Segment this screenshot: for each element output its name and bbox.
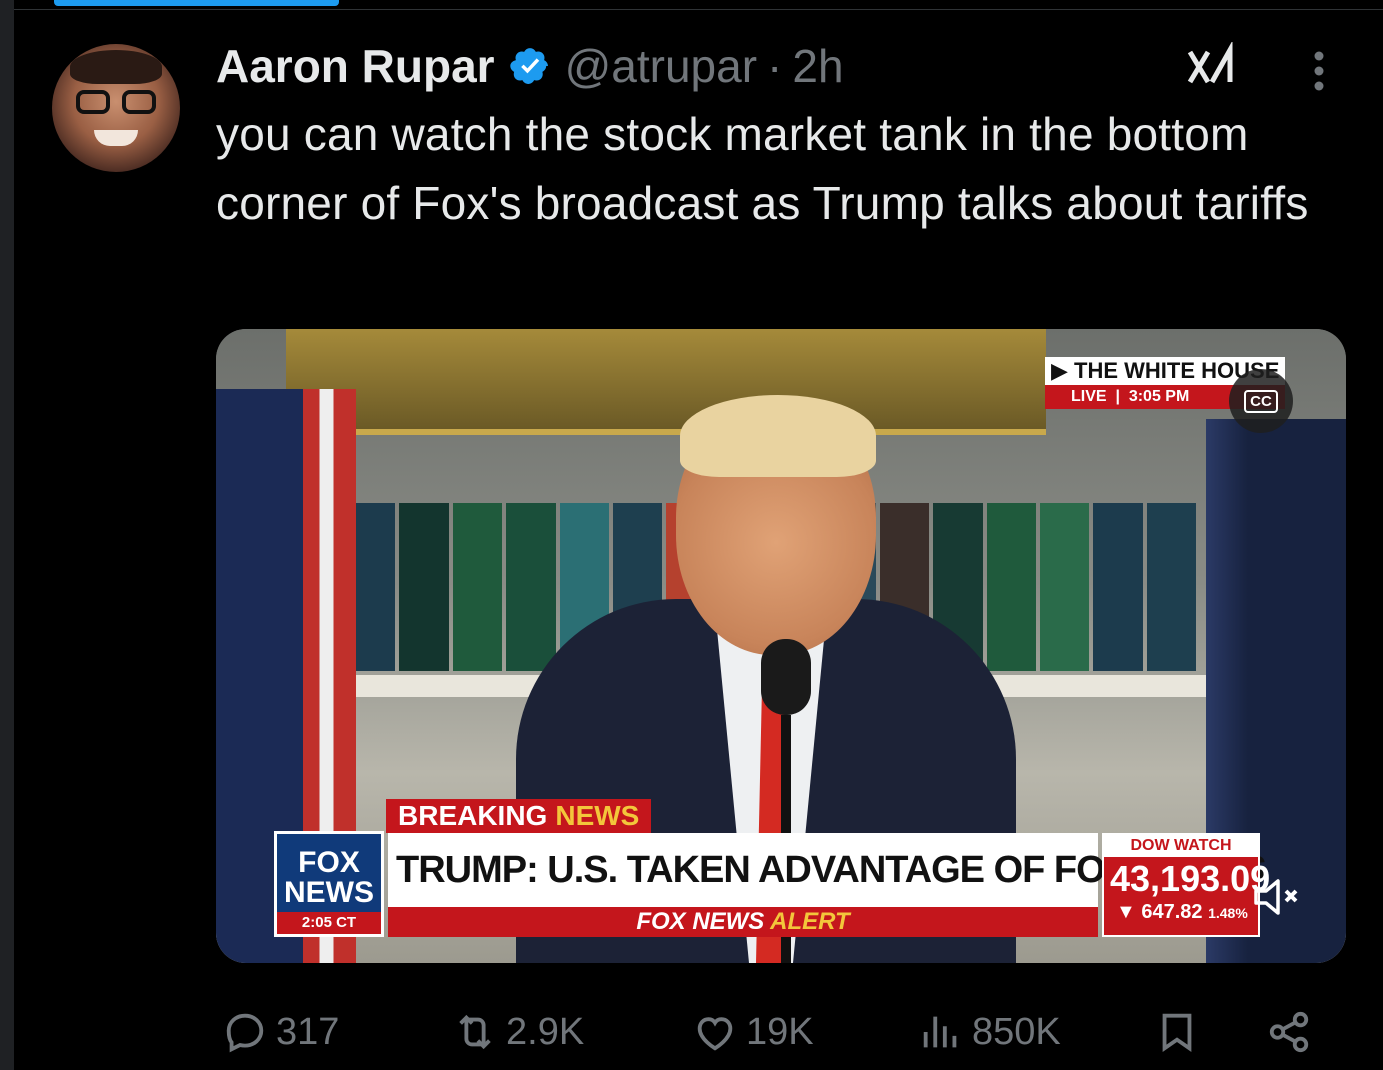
video-player[interactable]: ▶ THE WHITE HOUSE LIVE | 3:05 PM CC BREA… [216, 329, 1346, 963]
share-button[interactable] [1266, 1006, 1320, 1058]
grok-icon[interactable] [1186, 42, 1238, 92]
author-handle[interactable]: @atrupar [565, 39, 757, 93]
down-arrow-icon: ▼ [1116, 901, 1136, 923]
speaker-hair [680, 395, 876, 477]
verified-badge-icon [509, 48, 548, 84]
more-options-icon[interactable] [1303, 48, 1335, 94]
reply-icon [226, 1013, 264, 1053]
like-count: 19K [746, 1010, 814, 1053]
repost-count: 2.9K [506, 1010, 585, 1053]
fox-news-logo: FOX NEWS 2:05 CT [274, 831, 384, 937]
like-button[interactable]: 19K [692, 1006, 814, 1058]
dow-value: 43,193.09 [1110, 858, 1271, 899]
broadcast-clock: 2:05 CT [277, 912, 381, 934]
reply-count: 317 [276, 1010, 340, 1053]
dow-change: 647.82 [1141, 901, 1203, 923]
tweet-header: Aaron Rupar @atrupar · 2h [216, 36, 844, 96]
heart-icon [697, 1017, 733, 1051]
painting-frame [286, 329, 1046, 435]
views-button[interactable]: 850K [918, 1006, 1061, 1058]
author-name[interactable]: Aaron Rupar [216, 39, 495, 93]
top-divider [14, 9, 1383, 10]
repost-icon [459, 1014, 491, 1050]
repost-button[interactable]: 2.9K [452, 1006, 584, 1058]
separator-dot: · [767, 40, 783, 92]
bookmark-button[interactable] [1154, 1006, 1208, 1058]
reply-button[interactable]: 317 [222, 1006, 339, 1058]
closed-captions-button[interactable]: CC [1229, 369, 1293, 433]
avatar[interactable] [52, 44, 180, 172]
cc-icon: CC [1244, 389, 1278, 413]
dow-percent: 1.48% [1208, 905, 1248, 921]
analytics-icon [923, 1016, 957, 1048]
dow-watch-ticker: DOW WATCH 43,193.09 ▼ 647.82 1.48% [1102, 833, 1271, 937]
breaking-news-banner: BREAKING NEWS [386, 799, 652, 833]
left-rail [0, 0, 14, 1070]
view-count: 850K [972, 1010, 1061, 1053]
share-icon [1269, 1011, 1309, 1053]
muted-speaker-icon[interactable] [1248, 869, 1304, 925]
tweet-actions: 317 2.9K 19K 850K [0, 1000, 1383, 1064]
fox-news-alert-bar: FOX NEWS ALERT [388, 907, 1098, 937]
tweet-timestamp[interactable]: 2h [792, 39, 843, 93]
tweet-text: you can watch the stock market tank in t… [216, 108, 1309, 229]
bookmark-icon [1162, 1013, 1192, 1052]
chyron-headline: TRUMP: U.S. TAKEN ADVANTAGE OF FOR YEARS [388, 833, 1267, 907]
active-tab-indicator [54, 0, 339, 6]
